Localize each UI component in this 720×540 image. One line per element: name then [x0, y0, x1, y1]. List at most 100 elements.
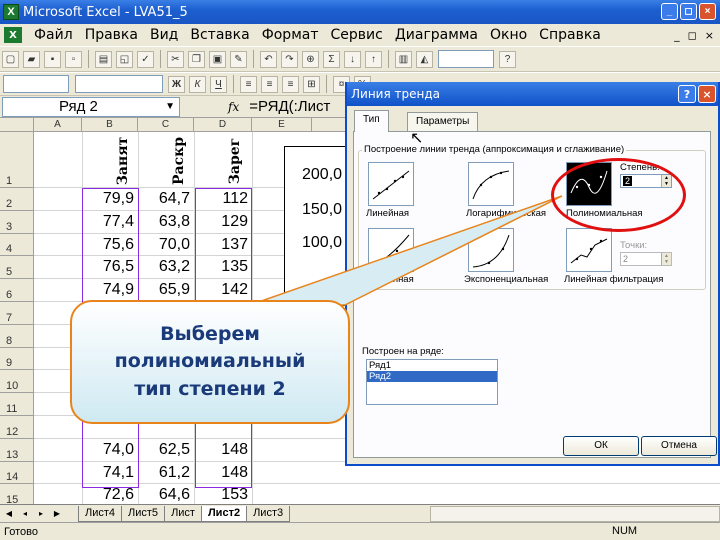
row-header[interactable]: 15 — [0, 484, 34, 504]
format-painter-icon[interactable]: ✎ — [230, 50, 247, 68]
header-cell-b1[interactable]: Занят — [96, 134, 150, 188]
row-header[interactable]: 10 — [0, 370, 34, 394]
row-header[interactable]: 3 — [0, 210, 34, 234]
row-header[interactable]: 6 — [0, 279, 34, 302]
sheet-tab[interactable]: Лист4 — [78, 505, 123, 522]
series-listbox[interactable]: Ряд1 Ряд2 — [366, 359, 498, 405]
cell-value[interactable]: 72,6 — [82, 486, 134, 504]
cell-value[interactable]: 64,7 — [138, 190, 190, 208]
menu-file[interactable]: Файл — [28, 27, 79, 43]
column-header-e[interactable]: E — [252, 118, 312, 132]
cut-icon[interactable]: ✂ — [167, 50, 184, 68]
drawing-icon[interactable]: ◭ — [416, 50, 433, 68]
font-size-combo[interactable] — [75, 75, 163, 93]
close-window-button[interactable]: × — [699, 3, 716, 20]
linear-type-option[interactable] — [368, 162, 414, 206]
cell-value[interactable]: 62,5 — [138, 441, 190, 459]
copy-icon[interactable]: ❐ — [188, 50, 205, 68]
series-item[interactable]: Ряд1 — [367, 360, 497, 371]
column-header-d[interactable]: D — [194, 118, 252, 132]
row-header[interactable]: 4 — [0, 233, 34, 257]
sheet-tab-active[interactable]: Лист2 — [200, 505, 248, 522]
points-spinner[interactable]: 2 ▲ ▼ — [620, 252, 672, 266]
cell-value[interactable]: 70,0 — [138, 236, 190, 254]
row-header[interactable]: 8 — [0, 324, 34, 348]
column-header-a[interactable]: A — [34, 118, 82, 132]
font-combo[interactable] — [3, 75, 69, 93]
italic-icon[interactable]: К — [189, 75, 206, 93]
exponential-type-option[interactable] — [468, 228, 514, 272]
menu-tools[interactable]: Сервис — [325, 27, 389, 43]
workbook-icon[interactable]: X — [4, 27, 22, 43]
next-sheet-icon[interactable]: ▸ — [34, 507, 48, 521]
column-header-b[interactable]: B — [82, 118, 138, 132]
cell-value[interactable]: 63,2 — [138, 258, 190, 276]
help-icon[interactable]: ? — [499, 50, 516, 68]
save-icon[interactable]: ▪ — [44, 50, 61, 68]
series-item-selected[interactable]: Ряд2 — [367, 371, 497, 382]
cancel-button[interactable]: Отмена — [641, 436, 717, 456]
menu-help[interactable]: Справка — [533, 27, 607, 43]
sort-asc-icon[interactable]: ↓ — [344, 50, 361, 68]
first-sheet-icon[interactable]: ◀ — [2, 507, 16, 521]
spinner-arrows-icon[interactable]: ▲ ▼ — [661, 253, 671, 265]
chevron-down-icon[interactable]: ▼ — [165, 101, 175, 112]
preview-icon[interactable]: ◱ — [116, 50, 133, 68]
menu-format[interactable]: Формат — [256, 27, 325, 43]
open-folder-icon[interactable]: ▰ — [23, 50, 40, 68]
row-header[interactable]: 13 — [0, 438, 34, 462]
sheet-tab[interactable]: Лист5 — [121, 505, 166, 522]
row-header[interactable]: 7 — [0, 302, 34, 325]
cell-value[interactable]: 153 — [196, 486, 248, 504]
cell-value[interactable]: 61,2 — [138, 464, 190, 482]
row-header[interactable]: 2 — [0, 188, 34, 211]
fx-icon[interactable]: fx — [228, 100, 239, 114]
undo-icon[interactable]: ↶ — [260, 50, 277, 68]
menu-chart[interactable]: Диаграмма — [389, 27, 484, 43]
chart-wizard-icon[interactable]: ▥ — [395, 50, 412, 68]
row-header[interactable]: 5 — [0, 256, 34, 280]
prev-sheet-icon[interactable]: ◂ — [18, 507, 32, 521]
merge-icon[interactable]: ⊞ — [303, 75, 320, 93]
cell-value[interactable]: 65,9 — [138, 281, 190, 299]
menu-window[interactable]: Окно — [484, 27, 533, 43]
doc-restore-button[interactable]: ◻ — [688, 29, 697, 42]
row-header[interactable]: 9 — [0, 347, 34, 371]
row-header[interactable]: 14 — [0, 461, 34, 485]
new-file-icon[interactable]: ▢ — [2, 50, 19, 68]
horizontal-scrollbar[interactable] — [430, 505, 720, 522]
row-header[interactable]: 1 — [0, 132, 34, 188]
autosum-icon[interactable]: Σ — [323, 50, 340, 68]
maximize-button[interactable]: ◻ — [680, 3, 697, 20]
permission-icon[interactable]: ▫ — [65, 50, 82, 68]
dialog-close-button[interactable]: × — [698, 85, 716, 103]
formula-text[interactable]: =РЯД(:Лист — [249, 98, 330, 115]
header-cell-d1[interactable]: Зарег — [208, 134, 262, 188]
cell-value[interactable]: 64,6 — [138, 486, 190, 504]
zoom-combo[interactable] — [438, 50, 494, 68]
tab-type[interactable]: Тип — [354, 110, 389, 132]
last-sheet-icon[interactable]: ▶ — [50, 507, 64, 521]
hyperlink-icon[interactable]: ⊕ — [302, 50, 319, 68]
print-icon[interactable]: ▤ — [95, 50, 112, 68]
align-center-icon[interactable]: ≡ — [261, 75, 278, 93]
spelling-icon[interactable]: ✓ — [137, 50, 154, 68]
sheet-tab[interactable]: Лист — [164, 505, 202, 522]
align-left-icon[interactable]: ≡ — [240, 75, 257, 93]
doc-close-button[interactable]: × — [705, 29, 714, 42]
ok-button[interactable]: ОК — [563, 436, 639, 456]
logarithmic-type-option[interactable] — [468, 162, 514, 206]
select-all-corner[interactable] — [0, 118, 34, 132]
dialog-help-button[interactable]: ? — [678, 85, 696, 103]
row-header[interactable]: 11 — [0, 393, 34, 416]
minimize-button[interactable]: _ — [661, 3, 678, 20]
align-right-icon[interactable]: ≡ — [282, 75, 299, 93]
menu-insert[interactable]: Вставка — [184, 27, 255, 43]
sort-desc-icon[interactable]: ↑ — [365, 50, 382, 68]
cell-value[interactable]: 63,8 — [138, 213, 190, 231]
menu-view[interactable]: Вид — [144, 27, 184, 43]
redo-icon[interactable]: ↷ — [281, 50, 298, 68]
paste-icon[interactable]: ▣ — [209, 50, 226, 68]
underline-icon[interactable]: Ч — [210, 75, 227, 93]
header-cell-c1[interactable]: Раскр — [152, 134, 206, 188]
